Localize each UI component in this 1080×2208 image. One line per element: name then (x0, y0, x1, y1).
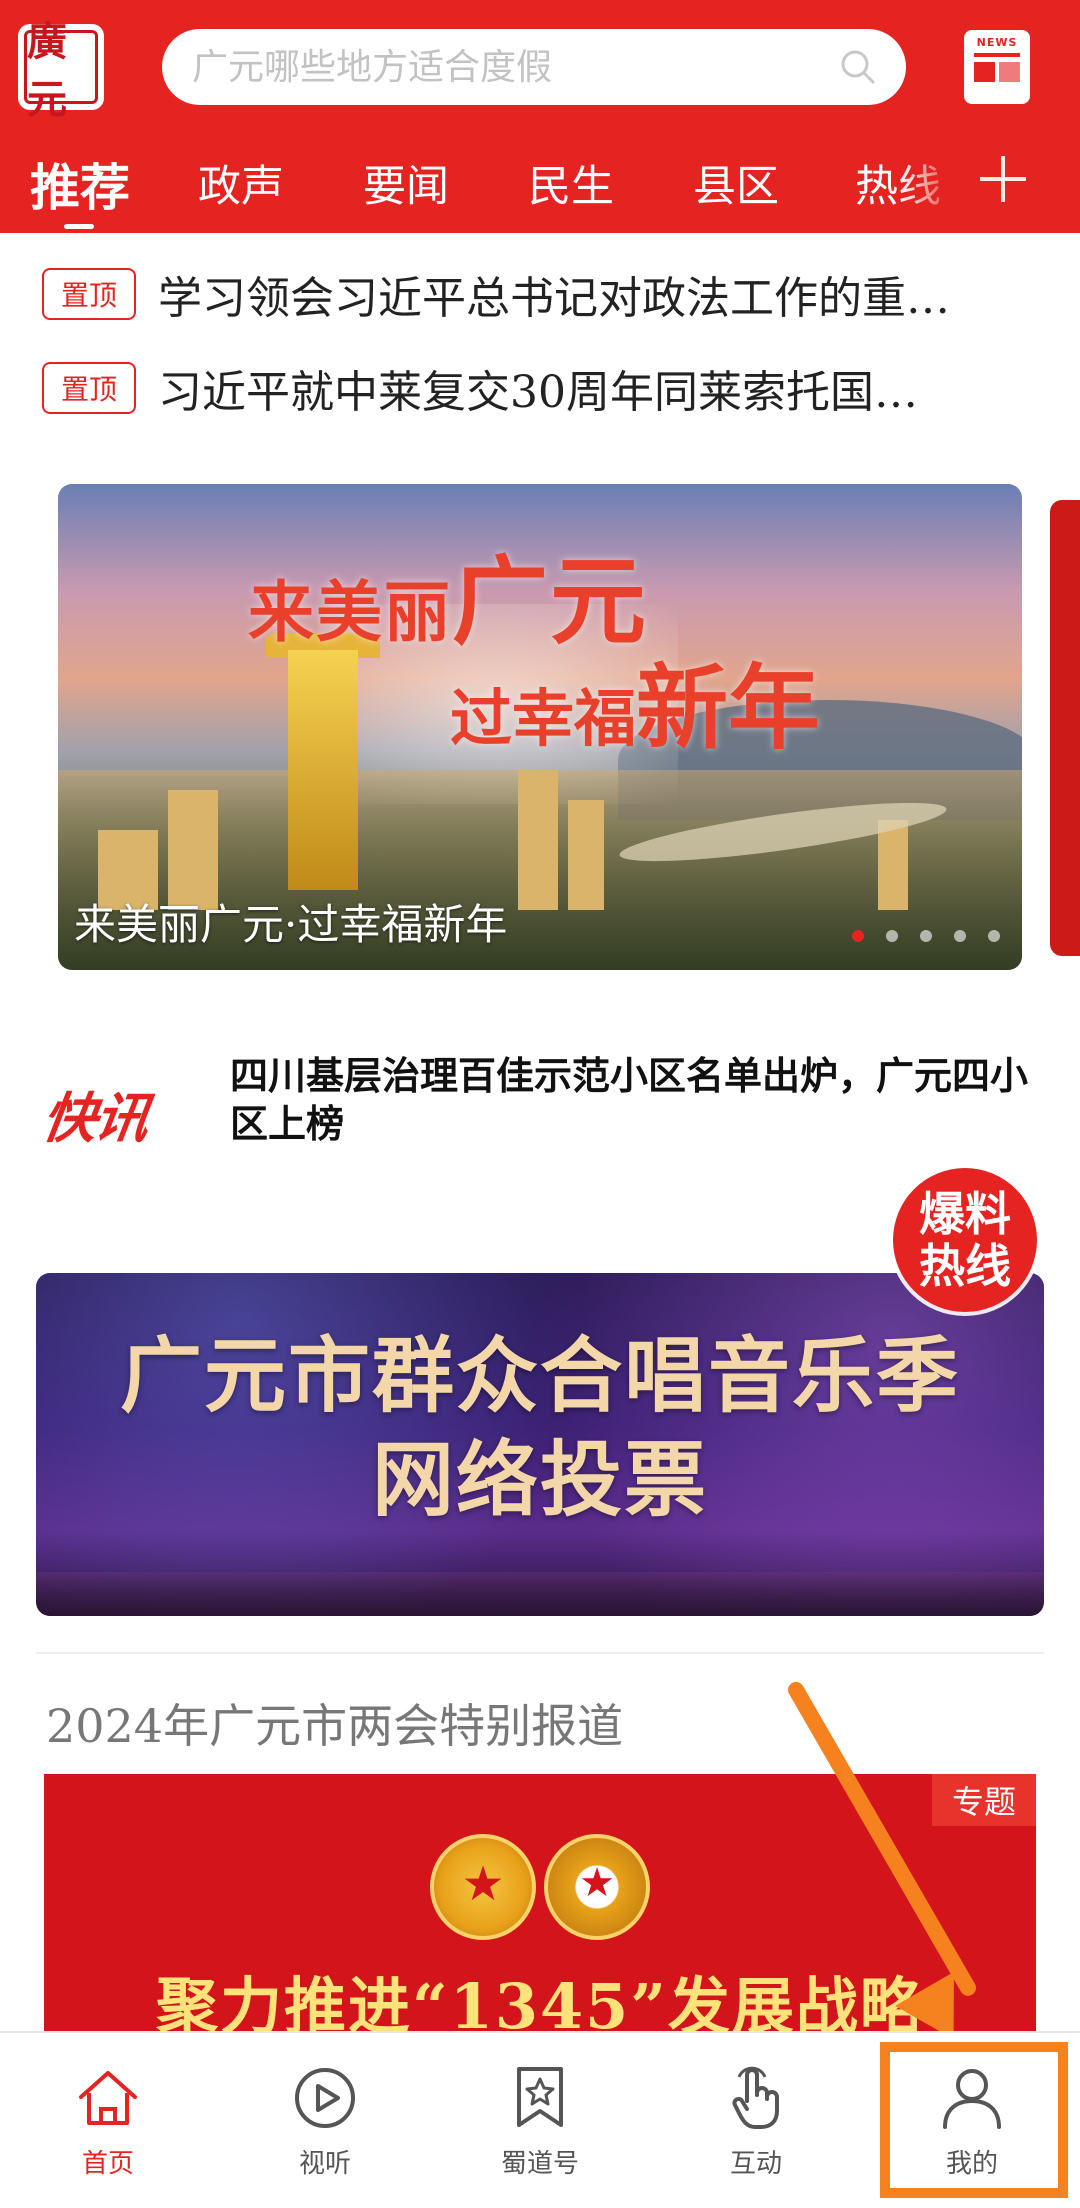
nav-label: 首页 (81, 2149, 134, 2179)
slogan-small: 过幸福 (450, 682, 637, 755)
hotline-line1: 爆料 (919, 1187, 1011, 1241)
pinned-badge: 置顶 (42, 268, 136, 320)
flash-news-logo: 快讯 (38, 1087, 152, 1150)
banner-building (518, 770, 558, 910)
nav-home[interactable]: 首页 (28, 2063, 188, 2180)
special-report-title[interactable]: 2024年广元市两会特别报道 (46, 1690, 623, 1756)
carousel-dot[interactable] (920, 930, 932, 942)
carousel-dot[interactable] (954, 930, 966, 942)
pinned-item[interactable]: 置顶 学习领会习近平总书记对政法工作的重… (42, 262, 1042, 326)
banner-building (878, 820, 908, 910)
annotation-highlight-box (880, 2042, 1068, 2198)
slogan-big: 新年 (636, 654, 821, 762)
carousel-dot[interactable] (886, 930, 898, 942)
app-header: 廣元 NEWS 推荐 政声 要闻 民生 县区 热线 (0, 0, 1080, 233)
concert-title: 广元市群众合唱音乐季 (119, 1328, 960, 1424)
section-divider (36, 1652, 1044, 1654)
carousel-dot[interactable] (988, 930, 1000, 942)
app-logo[interactable]: 廣元 (18, 18, 104, 123)
carousel-dots (852, 930, 1000, 942)
slogan-small: 来美丽 (248, 573, 452, 651)
hotline-button[interactable]: 爆料 热线 (893, 1168, 1037, 1312)
hotline-line2: 热线 (919, 1239, 1011, 1293)
concert-subtitle: 网络投票 (371, 1432, 708, 1528)
stage (36, 1572, 1044, 1616)
special-slogan: 聚力推进“1345”发展战略 (156, 1970, 924, 2034)
tap-hand-icon (732, 2066, 779, 2129)
national-emblem-icon: ★ (430, 1834, 536, 1940)
nav-label: 视听 (298, 2149, 351, 2179)
carousel-banner[interactable]: 来美丽广元 过幸福新年 来美丽广元·过幸福新年 (58, 484, 1022, 970)
star-icon: ★ (579, 1860, 615, 1906)
tab-politics[interactable]: 政声 (198, 152, 284, 214)
special-tag: 专题 (932, 1774, 1036, 1826)
tab-fade (900, 140, 960, 220)
news-icon[interactable]: NEWS (964, 30, 1030, 104)
nav-label: 蜀道号 (500, 2149, 579, 2179)
bookmark-star-icon (517, 2067, 563, 2127)
concert-vote-banner[interactable]: 广元市群众合唱音乐季 网络投票 (36, 1273, 1044, 1616)
tab-livelihood[interactable]: 民生 (528, 152, 614, 214)
cppcc-emblem-icon: ★ (544, 1834, 650, 1940)
search-input[interactable] (190, 45, 838, 89)
banner-building (568, 800, 604, 910)
flash-news-headline[interactable]: 四川基层治理百佳示范小区名单出炉，广元四小区上榜 (230, 1052, 1040, 1148)
carousel-dot[interactable] (852, 930, 864, 942)
channel-tabs: 推荐 政声 要闻 民生 县区 热线 (0, 140, 1080, 233)
carousel-caption: 来美丽广元·过幸福新年 (74, 900, 508, 949)
nav-media[interactable]: 视听 (245, 2063, 405, 2180)
search-bar[interactable] (162, 29, 906, 105)
logo-mark: 廣元 (24, 18, 98, 123)
home-icon (79, 2071, 137, 2125)
carousel-next-slide-peek[interactable] (1050, 500, 1080, 956)
banner-slogan-line2: 过幸福新年 (450, 634, 820, 767)
tab-active-indicator (64, 224, 94, 229)
tab-headlines[interactable]: 要闻 (363, 152, 449, 214)
news-icon-label: NEWS (976, 36, 1018, 49)
nav-shudao[interactable]: 蜀道号 (460, 2063, 620, 2180)
tab-recommend[interactable]: 推荐 (30, 148, 130, 220)
pinned-title[interactable]: 学习领会习近平总书记对政法工作的重… (158, 262, 950, 326)
tab-counties[interactable]: 县区 (693, 152, 779, 214)
banner-tower (288, 650, 358, 890)
pinned-title[interactable]: 习近平就中莱复交30周年同莱索托国… (158, 356, 918, 420)
pinned-badge: 置顶 (42, 362, 136, 414)
nav-label: 互动 (729, 2149, 782, 2179)
star-icon: ★ (461, 1856, 505, 1912)
pinned-item[interactable]: 置顶 习近平就中莱复交30周年同莱索托国… (42, 356, 1042, 420)
nav-interact[interactable]: 互动 (676, 2063, 836, 2180)
add-channel-icon[interactable] (978, 154, 1028, 204)
search-icon[interactable] (838, 47, 878, 87)
play-icon (295, 2068, 355, 2128)
special-report-banner[interactable]: 专题 ★ ★ 聚力推进“1345”发展战略 (44, 1774, 1036, 2034)
